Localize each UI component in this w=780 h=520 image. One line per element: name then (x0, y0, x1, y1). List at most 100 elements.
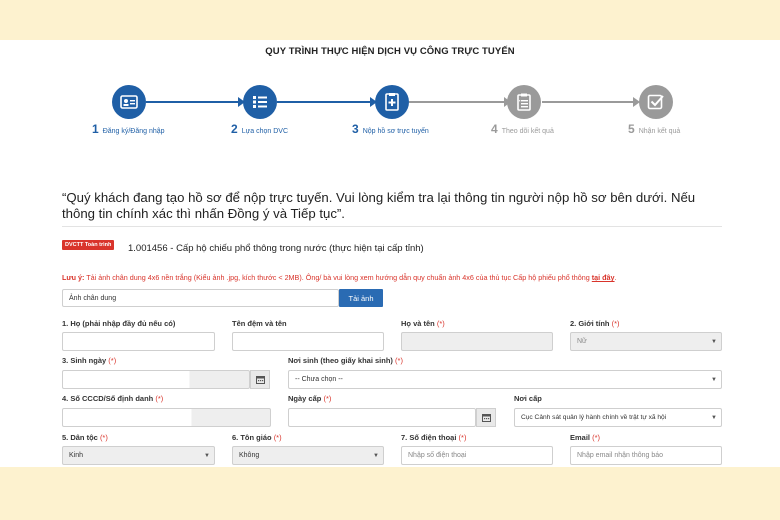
step-3-label: 3 Nộp hồ sơ trực tuyến (352, 122, 429, 136)
step-connector-3 (409, 101, 509, 103)
photo-note: Lưu ý: Tải ảnh chân dung 4x6 nền trắng (… (62, 273, 617, 282)
gioi-tinh-select[interactable]: Nữ ▼ (570, 332, 722, 351)
sinh-ngay-label-text: 3. Sinh ngày (62, 356, 107, 365)
ho-va-ten-label: Họ và tên (*) (401, 319, 445, 328)
checkbox-icon (647, 94, 664, 110)
required-mark: (*) (592, 433, 601, 442)
ngay-cap-input[interactable] (288, 408, 476, 427)
step-text: Đăng ký/Đăng nhập (102, 128, 165, 135)
email-label-text: Email (570, 433, 591, 442)
note-suffix: . (614, 273, 617, 282)
ho-va-ten-label-text: Họ và tên (401, 319, 435, 328)
email-placeholder: Nhập email nhận thông báo (577, 452, 664, 459)
list-icon (253, 96, 267, 108)
noi-sinh-value: -- Chưa chọn -- (295, 376, 343, 383)
ton-giao-label-text: 6. Tôn giáo (232, 433, 272, 442)
service-name: 1.001456 - Cấp hộ chiếu phổ thông trong … (128, 243, 424, 254)
required-mark: (*) (611, 319, 620, 328)
step-2-circle (243, 85, 277, 119)
noi-sinh-label: Nơi sinh (theo giấy khai sinh) (*) (288, 356, 403, 365)
ten-dem-label: Tên đệm và tên (232, 319, 287, 328)
email-input[interactable]: Nhập email nhận thông báo (570, 446, 722, 465)
required-mark: (*) (436, 319, 445, 328)
step-3-circle (375, 85, 409, 119)
required-mark: (*) (458, 433, 467, 442)
ho-va-ten-input[interactable] (401, 332, 553, 351)
divider (62, 226, 722, 227)
photo-field[interactable]: Ảnh chân dung (62, 289, 339, 307)
step-1-circle (112, 85, 146, 119)
gioi-tinh-value: Nữ (577, 338, 587, 345)
clipboard-icon (517, 93, 531, 111)
ton-giao-label: 6. Tôn giáo (*) (232, 433, 282, 442)
process-title: QUY TRÌNH THỰC HIỆN DỊCH VỤ CÔNG TRỰC TU… (265, 46, 515, 57)
noi-cap-label: Nơi cấp (514, 394, 542, 403)
sinh-ngay-input[interactable] (62, 370, 250, 389)
noi-cap-label-text: Nơi cấp (514, 394, 542, 403)
so-dien-thoai-label-text: 7. Số điện thoại (401, 433, 457, 442)
chevron-down-icon: ▼ (204, 452, 210, 459)
calendar-icon[interactable] (250, 370, 270, 389)
chevron-down-icon: ▼ (711, 376, 717, 383)
noi-cap-value: Cục Cảnh sát quản lý hành chính về trật … (521, 414, 667, 421)
ho-label: 1. Họ (phải nhập đầy đủ nếu có) (62, 319, 175, 328)
required-mark: (*) (108, 356, 117, 365)
document-plus-icon (385, 93, 399, 111)
step-number: 1 (92, 122, 99, 136)
step-1-label: 1 Đăng ký/Đăng nhập (92, 122, 165, 136)
step-text: Nhận kết quả (638, 128, 681, 135)
step-4-label: 4 Theo dõi kết quả (491, 122, 554, 136)
step-2-label: 2 Lựa chọn DVC (231, 122, 288, 136)
note-prefix: Lưu ý: (62, 273, 85, 282)
note-text: Tải ảnh chân dung 4x6 nền trắng (Kiểu ản… (84, 273, 592, 282)
so-cccd-label-text: 4. Số CCCD/Số định danh (62, 394, 154, 403)
gioi-tinh-label: 2. Giới tính (*) (570, 319, 620, 328)
so-dien-thoai-placeholder: Nhập số điện thoại (408, 452, 467, 459)
step-number: 5 (628, 122, 635, 136)
required-mark: (*) (323, 394, 332, 403)
chevron-down-icon: ▼ (711, 414, 717, 421)
required-mark: (*) (99, 433, 108, 442)
id-card-icon (120, 95, 138, 109)
ngay-cap-label: Ngày cấp (*) (288, 394, 331, 403)
ten-dem-label-text: Tên đệm và tên (232, 319, 287, 328)
noi-sinh-select[interactable]: -- Chưa chọn -- ▼ (288, 370, 722, 389)
ton-giao-value: Không (239, 452, 260, 459)
step-connector-2 (277, 101, 374, 103)
dan-toc-value: Kinh (69, 452, 84, 459)
dan-toc-label-text: 5. Dân tộc (62, 433, 98, 442)
upload-photo-button[interactable]: Tải ảnh (339, 289, 383, 307)
required-mark: (*) (273, 433, 282, 442)
step-number: 2 (231, 122, 238, 136)
so-cccd-input[interactable] (62, 408, 271, 427)
sinh-ngay-label: 3. Sinh ngày (*) (62, 356, 116, 365)
form-page: QUY TRÌNH THỰC HIỆN DỊCH VỤ CÔNG TRỰC TU… (0, 40, 780, 467)
step-number: 3 (352, 122, 359, 136)
ten-dem-input[interactable] (232, 332, 384, 351)
step-text: Lựa chọn DVC (241, 128, 289, 135)
noi-sinh-label-text: Nơi sinh (theo giấy khai sinh) (288, 356, 393, 365)
step-4-circle (507, 85, 541, 119)
ho-label-text: 1. Họ (phải nhập đầy đủ nếu có) (62, 319, 176, 328)
step-number: 4 (491, 122, 498, 136)
required-mark: (*) (395, 356, 403, 365)
ngay-cap-label-text: Ngày cấp (288, 394, 322, 403)
noi-cap-select[interactable]: Cục Cảnh sát quản lý hành chính về trật … (514, 408, 722, 427)
ho-input[interactable] (62, 332, 215, 351)
dan-toc-label: 5. Dân tộc (*) (62, 433, 108, 442)
calendar-icon[interactable] (476, 408, 496, 427)
so-cccd-label: 4. Số CCCD/Số định danh (*) (62, 394, 163, 403)
dan-toc-select[interactable]: Kinh ▼ (62, 446, 215, 465)
gioi-tinh-label-text: 2. Giới tính (570, 319, 610, 328)
so-dien-thoai-input[interactable]: Nhập số điện thoại (401, 446, 553, 465)
guide-link[interactable]: tại đây (592, 273, 615, 282)
chevron-down-icon: ▼ (373, 452, 379, 459)
step-5-circle (639, 85, 673, 119)
notice-text: “Quý khách đang tạo hồ sơ để nộp trực tu… (62, 190, 696, 221)
required-mark: (*) (155, 394, 164, 403)
photo-placeholder: Ảnh chân dung (69, 294, 117, 302)
ton-giao-select[interactable]: Không ▼ (232, 446, 384, 465)
step-connector-1 (146, 101, 241, 103)
step-text: Nộp hồ sơ trực tuyến (362, 128, 429, 135)
so-dien-thoai-label: 7. Số điện thoại (*) (401, 433, 466, 442)
